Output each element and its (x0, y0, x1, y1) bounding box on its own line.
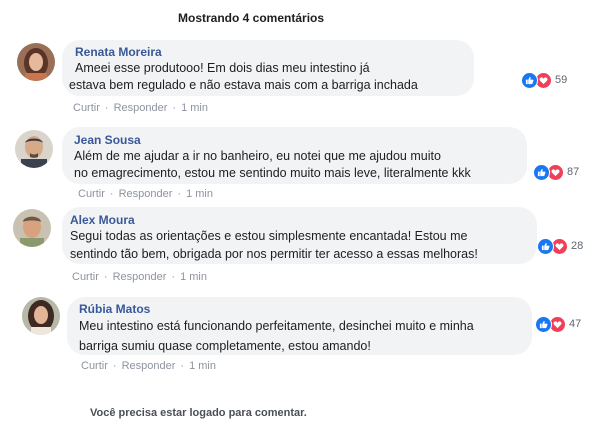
reactions-summary[interactable]: 28 (537, 237, 583, 255)
comment-actions: Curtir · Responder · 1 min (73, 102, 208, 114)
separator-dot: · (109, 188, 114, 200)
comments-count-header: Mostrando 4 comentários (178, 11, 325, 25)
like-link[interactable]: Curtir (81, 360, 108, 372)
reply-link[interactable]: Responder (122, 360, 176, 372)
like-icon (535, 315, 552, 333)
avatar[interactable] (17, 43, 55, 81)
reaction-count: 28 (571, 240, 584, 252)
comment-text-line: Segui todas as orientações e estou simpl… (70, 229, 468, 243)
separator-dot: · (171, 271, 176, 283)
reaction-count: 47 (569, 318, 582, 330)
reactions-summary[interactable]: 59 (521, 71, 567, 89)
avatar[interactable] (15, 130, 53, 168)
reactions-summary[interactable]: 87 (533, 163, 579, 181)
like-link[interactable]: Curtir (72, 271, 99, 283)
like-link[interactable]: Curtir (78, 188, 105, 200)
comment-timestamp: 1 min (189, 360, 216, 372)
comment-text-line: no emagrecimento, estou me sentindo muit… (74, 166, 471, 180)
comment-timestamp: 1 min (186, 188, 213, 200)
like-link[interactable]: Curtir (73, 102, 100, 114)
separator-dot: · (177, 188, 182, 200)
comment-actions: Curtir · Responder · 1 min (72, 271, 207, 283)
separator-dot: · (172, 102, 177, 114)
avatar[interactable] (22, 297, 60, 335)
comment-text-line: sentindo tão bem, obrigada por nos permi… (70, 247, 478, 261)
comment-author[interactable]: Jean Sousa (74, 133, 141, 147)
separator-dot: · (180, 360, 185, 372)
reactions-summary[interactable]: 47 (535, 315, 581, 333)
comment-timestamp: 1 min (180, 271, 207, 283)
reaction-count: 87 (567, 166, 580, 178)
reaction-count: 59 (555, 74, 568, 86)
comment-timestamp: 1 min (181, 102, 208, 114)
avatar[interactable] (13, 209, 51, 247)
comment-actions: Curtir · Responder · 1 min (81, 360, 216, 372)
comment-text-line: Além de me ajudar a ir no banheiro, eu n… (74, 149, 441, 163)
reply-link[interactable]: Responder (113, 271, 167, 283)
comment-actions: Curtir · Responder · 1 min (78, 188, 213, 200)
comment-text-line: barriga sumiu quase completamente, estou… (79, 339, 371, 353)
reply-link[interactable]: Responder (119, 188, 173, 200)
comment-author[interactable]: Rúbia Matos (79, 302, 150, 316)
comment-text-line: Meu intestino está funcionando perfeitam… (79, 319, 474, 333)
comment-author[interactable]: Alex Moura (70, 213, 135, 227)
separator-dot: · (103, 271, 108, 283)
comment-text-line: Ameei esse produtooo! Em dois dias meu i… (75, 61, 370, 75)
like-icon (521, 71, 538, 89)
like-icon (537, 237, 554, 255)
comment-author[interactable]: Renata Moreira (75, 45, 162, 59)
comment-text-line: estava bem regulado e não estava mais co… (69, 78, 418, 92)
separator-dot: · (104, 102, 109, 114)
reply-link[interactable]: Responder (114, 102, 168, 114)
login-required-message: Você precisa estar logado para comentar. (90, 407, 307, 419)
like-icon (533, 163, 550, 181)
separator-dot: · (112, 360, 117, 372)
